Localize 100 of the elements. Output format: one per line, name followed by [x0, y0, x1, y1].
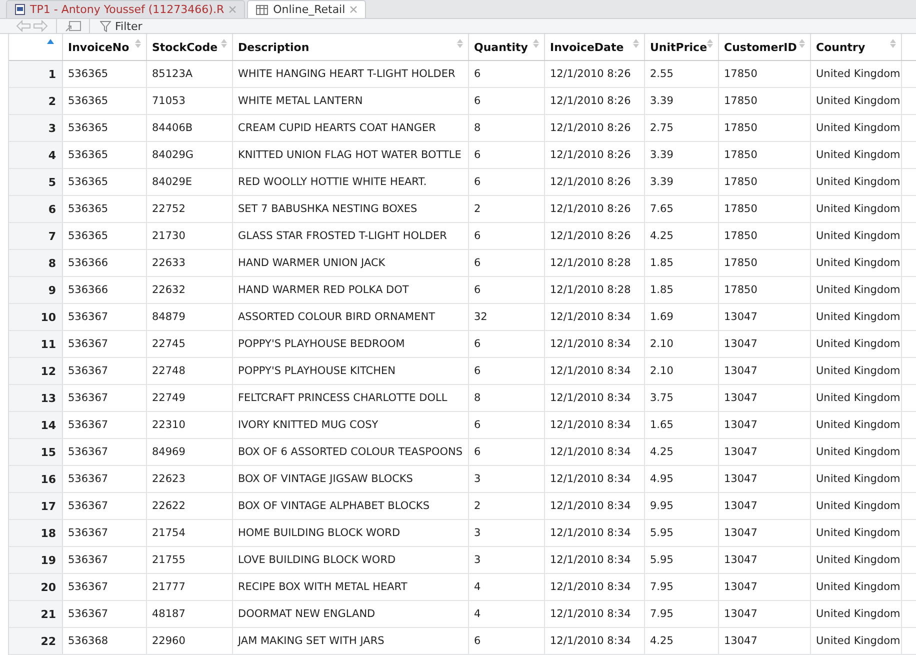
table-cell: 13047 — [719, 412, 811, 438]
table-cell: 536366 — [63, 277, 147, 303]
column-header[interactable]: Quantity — [474, 40, 528, 54]
table-cell: 84029E — [147, 169, 233, 195]
table-cell: 21755 — [147, 547, 233, 573]
table-cell: 84029G — [147, 142, 233, 168]
table-cell: 4 — [469, 574, 545, 600]
table-cell: 22622 — [147, 493, 233, 519]
back-forward-icon[interactable] — [16, 20, 48, 32]
row-number: 12 — [9, 358, 63, 384]
table-cell: 12/1/2010 8:34 — [545, 466, 645, 492]
table-cell: 536367 — [63, 439, 147, 465]
table-cell: 2.55 — [645, 61, 719, 87]
table-cell: United Kingdom — [811, 223, 902, 249]
close-icon[interactable] — [350, 6, 358, 13]
file-icon — [15, 4, 25, 15]
table-cell: 536365 — [63, 115, 147, 141]
sort-icon[interactable] — [47, 39, 54, 44]
table-cell: 4.95 — [645, 466, 719, 492]
table-cell: 536365 — [63, 88, 147, 114]
table-cell: 536368 — [63, 628, 147, 654]
table-cell: BOX OF VINTAGE ALPHABET BLOCKS — [233, 493, 469, 519]
table-cell: 2.10 — [645, 331, 719, 357]
table-cell: United Kingdom — [811, 574, 902, 600]
sort-icon[interactable] — [707, 39, 713, 48]
table-cell: 3.75 — [645, 385, 719, 411]
filter-icon — [100, 20, 111, 32]
table-cell: 71053 — [147, 88, 233, 114]
row-number: 21 — [9, 601, 63, 627]
sort-icon[interactable] — [533, 39, 539, 48]
table-cell: 6 — [469, 412, 545, 438]
table-cell: 13047 — [719, 466, 811, 492]
table-cell: United Kingdom — [811, 412, 902, 438]
sort-icon[interactable] — [633, 39, 639, 48]
row-number: 2 — [9, 88, 63, 114]
table-cell: HOME BUILDING BLOCK WORD — [233, 520, 469, 546]
table-cell: 3 — [469, 520, 545, 546]
table-cell: 12/1/2010 8:34 — [545, 412, 645, 438]
table-cell: United Kingdom — [811, 358, 902, 384]
column-header[interactable]: UnitPrice — [650, 40, 708, 54]
table-cell: 536367 — [63, 547, 147, 573]
table-cell: 22752 — [147, 196, 233, 222]
table-cell: 12/1/2010 8:34 — [545, 439, 645, 465]
editor-tab[interactable]: TP1 - Antony Youssef (11273466).R — [6, 0, 246, 18]
sort-icon[interactable] — [221, 39, 227, 48]
table-cell: 536367 — [63, 304, 147, 330]
popout-icon[interactable] — [65, 20, 81, 32]
table-cell: 4.25 — [645, 223, 719, 249]
table-cell: 2 — [469, 196, 545, 222]
table-cell: 17850 — [719, 196, 811, 222]
table-cell: 536367 — [63, 493, 147, 519]
column-header[interactable]: Country — [816, 40, 866, 54]
table-cell: United Kingdom — [811, 304, 902, 330]
column-header[interactable]: CustomerID — [724, 40, 797, 54]
table-cell: United Kingdom — [811, 88, 902, 114]
table-cell: 13047 — [719, 304, 811, 330]
table-cell: 13047 — [719, 493, 811, 519]
table-cell: 12/1/2010 8:26 — [545, 196, 645, 222]
table-cell: 84879 — [147, 304, 233, 330]
table-cell: 21754 — [147, 520, 233, 546]
table-cell: SET 7 BABUSHKA NESTING BOXES — [233, 196, 469, 222]
table-cell: DOORMAT NEW ENGLAND — [233, 601, 469, 627]
table-cell: 6 — [469, 250, 545, 276]
table-cell: United Kingdom — [811, 601, 902, 627]
sort-icon[interactable] — [457, 39, 463, 48]
table-cell: 2 — [469, 493, 545, 519]
filter-button[interactable]: Filter — [98, 20, 144, 32]
table-cell: 3 — [469, 547, 545, 573]
table-cell: 6 — [469, 88, 545, 114]
table-cell: 22748 — [147, 358, 233, 384]
table-cell: 13047 — [719, 385, 811, 411]
table-cell: 2.75 — [645, 115, 719, 141]
table-cell: 22633 — [147, 250, 233, 276]
table-cell: 21730 — [147, 223, 233, 249]
table-cell: 21777 — [147, 574, 233, 600]
table-cell: 536367 — [63, 601, 147, 627]
table-cell: 12/1/2010 8:26 — [545, 223, 645, 249]
table-cell: 84969 — [147, 439, 233, 465]
editor-tab[interactable]: Online_Retail — [247, 0, 366, 18]
row-number: 19 — [9, 547, 63, 573]
table-cell: 536365 — [63, 61, 147, 87]
column-header[interactable]: Description — [238, 40, 310, 54]
column-header[interactable]: InvoiceNo — [68, 40, 130, 54]
table-cell: 12/1/2010 8:34 — [545, 520, 645, 546]
table-cell: 3.39 — [645, 88, 719, 114]
column-header[interactable]: StockCode — [152, 40, 218, 54]
table-cell: United Kingdom — [811, 196, 902, 222]
row-number: 8 — [9, 250, 63, 276]
close-icon[interactable] — [229, 6, 236, 13]
table-cell: 13047 — [719, 439, 811, 465]
sort-icon[interactable] — [135, 39, 141, 48]
table-cell: 536367 — [63, 520, 147, 546]
table-cell: CREAM CUPID HEARTS COAT HANGER — [233, 115, 469, 141]
table-cell: 17850 — [719, 169, 811, 195]
table-cell: United Kingdom — [811, 250, 902, 276]
table-cell: 12/1/2010 8:28 — [545, 277, 645, 303]
sort-icon[interactable] — [890, 39, 896, 48]
table-cell: 536367 — [63, 412, 147, 438]
column-header[interactable]: InvoiceDate — [550, 40, 624, 54]
sort-icon[interactable] — [799, 39, 805, 48]
